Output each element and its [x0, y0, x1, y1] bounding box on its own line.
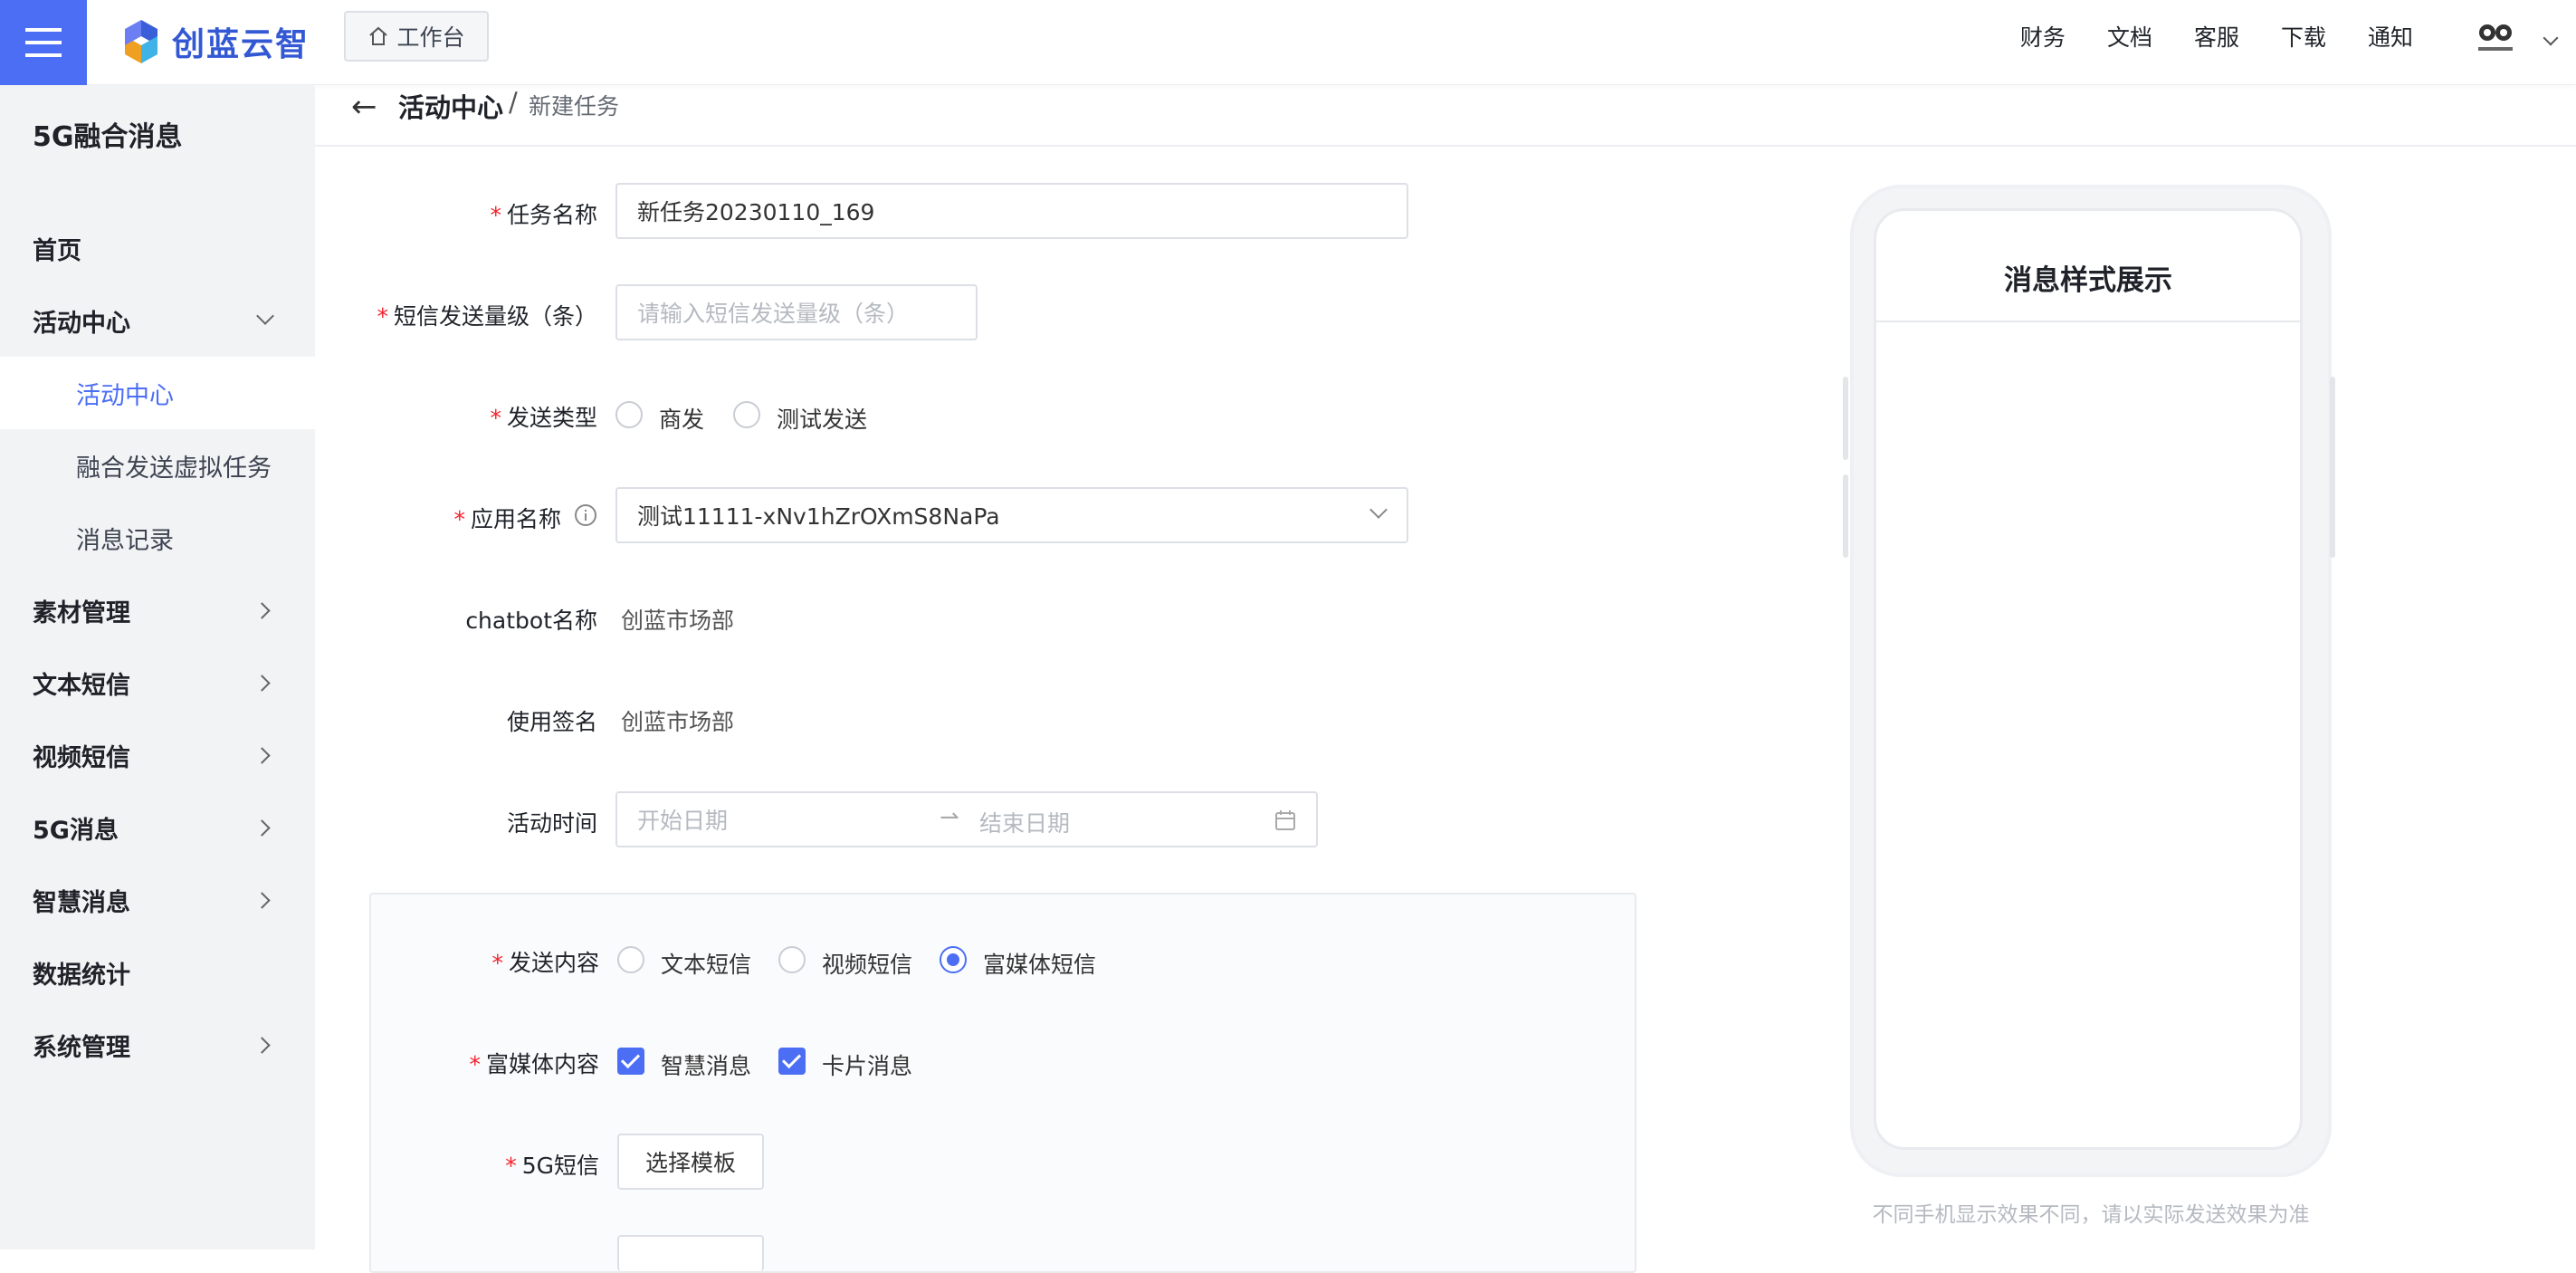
next-template-button[interactable]	[617, 1235, 764, 1271]
sidebar-item-label: 消息记录	[76, 526, 174, 555]
phone-volume-down	[1843, 474, 1848, 558]
sidebar-item-smart-message[interactable]: 智慧消息	[0, 864, 315, 936]
phone-screen	[1874, 208, 2303, 1150]
send-type-test-label[interactable]: 测试发送	[777, 402, 867, 435]
app-name-select[interactable]: 测试11111-xNv1hZrOXmS8NaPa	[615, 487, 1408, 543]
nav-download[interactable]: 下载	[2281, 20, 2326, 53]
sidebar-subitem-virtual-task[interactable]: 融合发送虚拟任务	[0, 429, 315, 502]
sms5g-label: * 5G短信	[505, 1153, 599, 1179]
content-text-sms-radio[interactable]	[617, 946, 644, 973]
phone-power-button	[2330, 377, 2335, 558]
workbench-label: 工作台	[396, 24, 465, 51]
smart-message-checkbox[interactable]	[617, 1048, 644, 1075]
sidebar-item-label: 首页	[33, 236, 81, 265]
avatar-image-icon	[2478, 24, 2513, 51]
signature-label: 使用签名	[506, 709, 597, 735]
nav-notifications[interactable]: 通知	[2368, 20, 2413, 53]
hamburger-icon	[25, 28, 62, 57]
content-video-sms-label[interactable]: 视频短信	[822, 947, 912, 980]
preview-note: 不同手机显示效果不同，请以实际发送效果为准	[1872, 1203, 2310, 1227]
sidebar-item-label: 融合发送虚拟任务	[76, 454, 272, 483]
brand-logo[interactable]: 创蓝云智	[118, 13, 310, 71]
nav-support[interactable]: 客服	[2194, 20, 2239, 53]
sms-volume-label: * 短信发送量级（条）	[377, 303, 597, 330]
breadcrumb-current: 新建任务	[529, 93, 620, 120]
content-text-sms-label[interactable]: 文本短信	[661, 947, 751, 980]
chevron-right-icon	[253, 747, 271, 764]
sidebar-item-label: 视频短信	[33, 743, 130, 772]
info-icon[interactable]	[574, 503, 597, 527]
content-rich-media-label[interactable]: 富媒体短信	[983, 947, 1096, 980]
avatar[interactable]	[2467, 11, 2524, 62]
sidebar-title: 5G融合消息	[33, 121, 183, 153]
card-message-label[interactable]: 卡片消息	[822, 1048, 912, 1081]
sidebar-item-label: 素材管理	[33, 598, 130, 627]
logo-icon	[125, 20, 157, 63]
task-name-input[interactable]: 新任务20230110_169	[615, 183, 1408, 239]
content-video-sms-radio[interactable]	[778, 946, 806, 973]
end-date-input[interactable]: 结束日期	[979, 806, 1070, 838]
nav-docs[interactable]: 文档	[2107, 20, 2152, 53]
sidebar-item-label: 数据统计	[33, 961, 130, 990]
content-rich-media-radio[interactable]	[940, 946, 967, 973]
chatbot-name-value: 创蓝市场部	[621, 608, 735, 634]
sidebar-item-label: 系统管理	[33, 1033, 130, 1062]
preview-divider	[1875, 321, 2301, 322]
app-name-label: * 应用名称	[453, 506, 561, 532]
send-type-test-radio[interactable]	[733, 401, 760, 428]
select-template-button[interactable]: 选择模板	[617, 1134, 764, 1190]
chevron-down-icon	[1369, 501, 1388, 519]
top-nav: 财务 文档 客服 下载 通知	[2020, 0, 2413, 72]
task-name-label: * 任务名称	[490, 202, 597, 228]
sidebar-item-label: 5G消息	[33, 816, 119, 845]
send-content-label: * 发送内容	[491, 950, 599, 976]
top-bar: 创蓝云智 工作台 财务 文档 客服 下载 通知	[0, 0, 2576, 85]
send-type-commercial-label[interactable]: 商发	[659, 402, 704, 435]
signature-value: 创蓝市场部	[621, 709, 735, 735]
preview-title: 消息样式展示	[2004, 264, 2172, 297]
sidebar-item-label: 文本短信	[33, 671, 130, 700]
calendar-icon	[1275, 810, 1295, 830]
breadcrumb-parent[interactable]: 活动中心	[398, 87, 503, 125]
breadcrumb-separator: /	[509, 87, 518, 118]
start-date-input[interactable]: 开始日期	[637, 803, 728, 836]
chevron-right-icon	[253, 675, 271, 692]
sms-volume-input[interactable]: 请输入短信发送量级（条）	[615, 284, 978, 340]
sidebar-item-label: 活动中心	[33, 309, 130, 338]
home-icon	[369, 26, 388, 45]
send-type-label: * 发送类型	[490, 405, 597, 431]
send-type-commercial-radio[interactable]	[615, 401, 643, 428]
workbench-button[interactable]: 工作台	[344, 11, 489, 62]
nav-finance[interactable]: 财务	[2020, 20, 2066, 53]
activity-time-label: 活动时间	[506, 810, 597, 837]
sidebar-item-label: 活动中心	[76, 381, 174, 410]
smart-message-label[interactable]: 智慧消息	[661, 1048, 751, 1081]
chevron-right-icon	[253, 892, 271, 909]
date-range-picker[interactable]: 开始日期 ⇀ 结束日期	[615, 791, 1318, 847]
chevron-down-icon[interactable]	[2543, 30, 2559, 46]
back-arrow-icon[interactable]: ←	[351, 89, 377, 125]
card-message-checkbox[interactable]	[778, 1048, 806, 1075]
brand-name: 创蓝云智	[172, 26, 310, 63]
sidebar-item-label: 智慧消息	[33, 888, 130, 917]
breadcrumb	[315, 85, 2576, 147]
arrow-right-icon: ⇀	[940, 804, 959, 831]
phone-volume-up	[1843, 377, 1848, 460]
rich-content-label: * 富媒体内容	[469, 1051, 599, 1077]
menu-toggle-button[interactable]	[0, 0, 87, 85]
chatbot-name-label: chatbot名称	[465, 608, 597, 634]
